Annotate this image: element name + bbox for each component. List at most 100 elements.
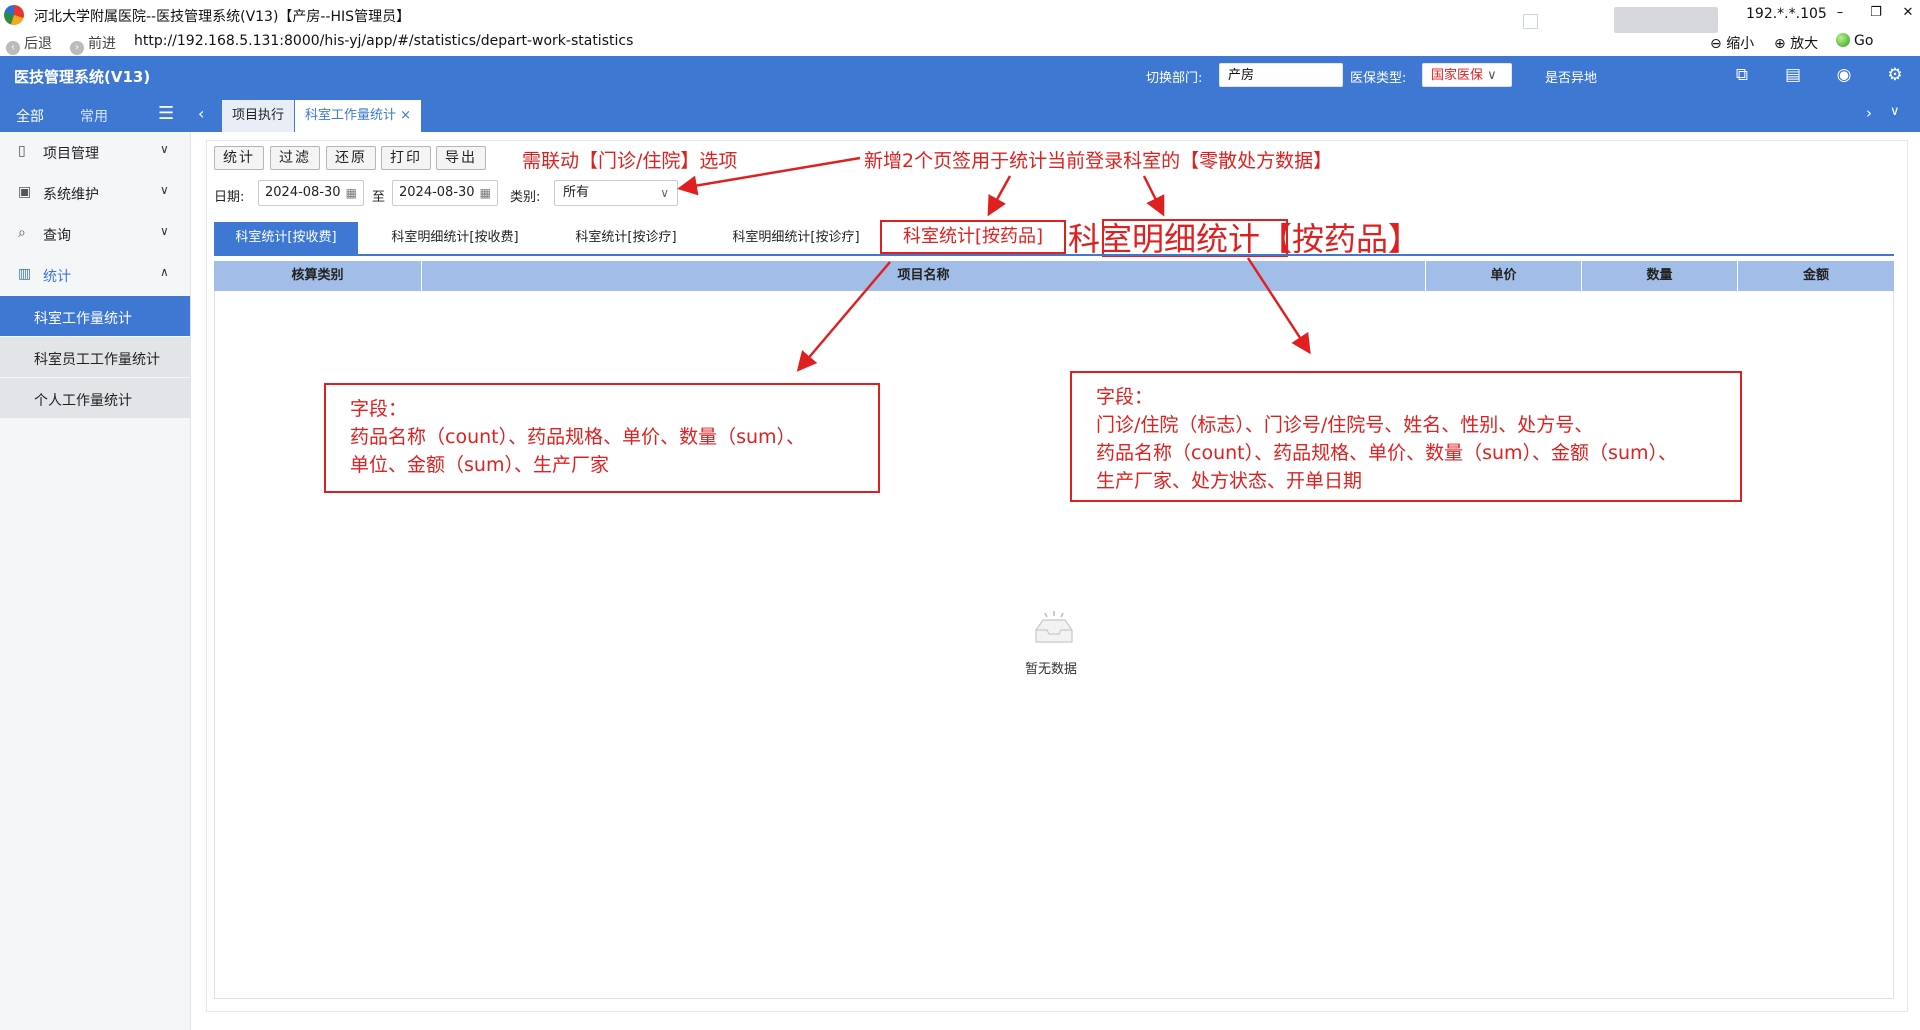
restore-data-button[interactable]: 还原 xyxy=(326,146,376,170)
header-blank-field[interactable] xyxy=(1614,7,1718,33)
annotation-linkage-note: 需联动【门诊/住院】选项 xyxy=(522,150,738,172)
filter-button[interactable]: 过滤 xyxy=(270,146,320,170)
zoom-out-button[interactable]: ⊖ 缩小 xyxy=(1710,33,1754,53)
zoom-out-icon: ⊖ xyxy=(1710,36,1722,52)
ip-address: 192.*.*.105 xyxy=(1746,6,1827,22)
back-button[interactable]: ‹ 后退 xyxy=(6,33,52,55)
document-icon[interactable]: ▤ xyxy=(1782,64,1804,86)
eye-icon[interactable]: ◉ xyxy=(1833,64,1855,86)
insurance-select[interactable]: 国家医保 ∨ xyxy=(1422,63,1512,87)
sidebar-item-query[interactable]: ⌕ 查询 ∨ xyxy=(0,214,190,254)
date-to-label: 至 xyxy=(372,190,386,205)
forward-arrow-icon: › xyxy=(70,41,84,55)
column-header-unit-price[interactable]: 单价 xyxy=(1426,261,1582,291)
stat-button[interactable]: 统计 xyxy=(214,146,264,170)
chevron-down-icon: ∨ xyxy=(1483,68,1497,83)
annotation-fields-box-1: 字段： 药品名称（count）、药品规格、单价、数量（sum）、 单位、金额（s… xyxy=(324,383,880,493)
system-icon: ▣ xyxy=(18,184,32,200)
column-header-category[interactable]: 核算类别 xyxy=(214,261,422,291)
page-tab-dept-by-fee[interactable]: 科室统计[按收费] xyxy=(214,222,358,254)
page-tab-detail-by-treatment[interactable]: 科室明细统计[按诊疗] xyxy=(718,222,874,254)
page-tab-dept-by-drug[interactable]: 科室统计[按药品] xyxy=(880,220,1066,254)
app-header: 医技管理系统(V13) 切换部门: 产房 医保类型: 国家医保 ∨ 是否异地 ⧉… xyxy=(0,56,1920,96)
calendar-icon: ▦ xyxy=(345,186,357,200)
dept-select[interactable]: 产房 xyxy=(1219,63,1343,87)
chevron-down-icon: ∨ xyxy=(660,186,669,200)
annotation-title: 字段： xyxy=(1096,386,1154,408)
sidebar-item-label: 查询 xyxy=(43,228,71,244)
column-header-quantity[interactable]: 数量 xyxy=(1582,261,1738,291)
close-button[interactable]: ✕ xyxy=(1898,3,1918,23)
monitor-icon[interactable]: ⧉ xyxy=(1731,64,1753,86)
app-name: 医技管理系统(V13) xyxy=(14,68,151,86)
sidebar-item-stats[interactable]: ▥ 统计 ∧ xyxy=(0,255,190,295)
date-to-input[interactable]: 2024-08-30 ▦ xyxy=(392,180,498,206)
page-tab-dept-by-treatment[interactable]: 科室统计[按诊疗] xyxy=(556,222,696,254)
type-label: 类别: xyxy=(510,190,541,205)
annotation-fields-box-2: 字段： 门诊/住院（标志）、门诊号/住院号、姓名、性别、处方号、 药品名称（co… xyxy=(1070,371,1742,502)
remote-checkbox[interactable] xyxy=(1523,14,1538,29)
zoom-in-button[interactable]: ⊕ 放大 xyxy=(1774,33,1818,53)
tab-prev-icon[interactable]: ‹ xyxy=(198,104,204,123)
sidebar-tab-all[interactable]: 全部 xyxy=(16,106,44,126)
sidebar-item-project[interactable]: ▯ 项目管理 ∨ xyxy=(0,132,190,172)
go-button[interactable]: Go xyxy=(1836,33,1873,49)
sidebar-item-label: 系统维护 xyxy=(43,187,99,203)
annotation-line: 药品名称（count）、药品规格、单价、数量（sum）、 xyxy=(350,426,806,448)
tab-next-icon[interactable]: › xyxy=(1866,104,1872,122)
date-label: 日期: xyxy=(214,190,245,205)
page-tab-underline xyxy=(214,254,1894,256)
chevron-down-icon: ∨ xyxy=(160,142,169,156)
back-arrow-icon: ‹ xyxy=(6,41,20,55)
insurance-value: 国家医保 xyxy=(1431,68,1484,83)
annotation-title: 字段： xyxy=(350,398,408,420)
minimize-button[interactable]: – xyxy=(1830,3,1850,23)
zoom-out-label: 缩小 xyxy=(1726,36,1755,52)
type-select[interactable]: 所有 ∨ xyxy=(554,180,678,206)
date-from-input[interactable]: 2024-08-30 ▦ xyxy=(258,180,364,206)
zoom-in-icon: ⊕ xyxy=(1774,36,1786,52)
search-icon: ⌕ xyxy=(18,225,26,241)
empty-inbox-icon xyxy=(1035,611,1073,643)
settings-icon[interactable]: ⚙ xyxy=(1884,64,1906,86)
page-tab-detail-by-fee[interactable]: 科室明细统计[按收费] xyxy=(380,222,530,254)
go-label: Go xyxy=(1854,33,1874,49)
zoom-in-label: 放大 xyxy=(1790,36,1819,52)
sidebar-subitem-dept-workload[interactable]: 科室工作量统计 xyxy=(0,296,190,336)
tab-dept-workload[interactable]: 科室工作量统计 × xyxy=(295,100,422,132)
go-icon xyxy=(1836,33,1850,47)
sidebar-item-system[interactable]: ▣ 系统维护 ∨ xyxy=(0,173,190,213)
back-label: 后退 xyxy=(24,36,52,52)
annotation-new-tabs-note: 新增2个页签用于统计当前登录科室的【零散处方数据】 xyxy=(864,150,1333,172)
type-value: 所有 xyxy=(563,185,590,200)
column-header-amount[interactable]: 金额 xyxy=(1738,261,1894,291)
chevron-down-icon: ∨ xyxy=(160,224,169,238)
switch-dept-label: 切换部门: xyxy=(1146,71,1203,86)
window-title: 河北大学附属医院--医技管理系统(V13)【产房--HIS管理员】 xyxy=(34,9,411,25)
tab-project-execution[interactable]: 项目执行 xyxy=(222,100,295,132)
annotation-line: 门诊/住院（标志）、门诊号/住院号、姓名、性别、处方号、 xyxy=(1096,414,1594,436)
sidebar-subitem-label: 科室员工工作量统计 xyxy=(34,352,160,368)
stats-icon: ▥ xyxy=(18,266,32,282)
insurance-label: 医保类型: xyxy=(1350,71,1407,86)
annotation-line: 生产厂家、处方状态、开单日期 xyxy=(1096,470,1363,492)
project-icon: ▯ xyxy=(18,143,26,159)
annotation-line: 药品名称（count）、药品规格、单价、数量（sum）、金额（sum）、 xyxy=(1096,442,1678,464)
print-button[interactable]: 打印 xyxy=(381,146,431,170)
empty-text: 暂无数据 xyxy=(1025,662,1078,677)
sidebar-subitem-label: 个人工作量统计 xyxy=(34,393,132,409)
export-button[interactable]: 导出 xyxy=(436,146,486,170)
highlight-box xyxy=(1102,219,1288,257)
column-header-item-name[interactable]: 项目名称 xyxy=(422,261,1426,291)
forward-label: 前进 xyxy=(88,36,116,52)
sidebar-tab-common[interactable]: 常用 xyxy=(80,106,108,126)
menu-icon[interactable]: ☰ xyxy=(158,103,174,124)
sidebar-subitem-personal-workload[interactable]: 个人工作量统计 xyxy=(0,378,190,418)
sidebar-item-label: 项目管理 xyxy=(43,146,99,162)
sidebar-subitem-staff-workload[interactable]: 科室员工工作量统计 xyxy=(0,337,190,377)
calendar-icon: ▦ xyxy=(479,186,491,200)
forward-button[interactable]: › 前进 xyxy=(70,33,116,55)
tab-more-icon[interactable]: ∨ xyxy=(1890,104,1900,119)
restore-button[interactable]: ❐ xyxy=(1866,3,1886,23)
url-bar[interactable]: http://192.168.5.131:8000/his-yj/app/#/s… xyxy=(134,33,633,49)
